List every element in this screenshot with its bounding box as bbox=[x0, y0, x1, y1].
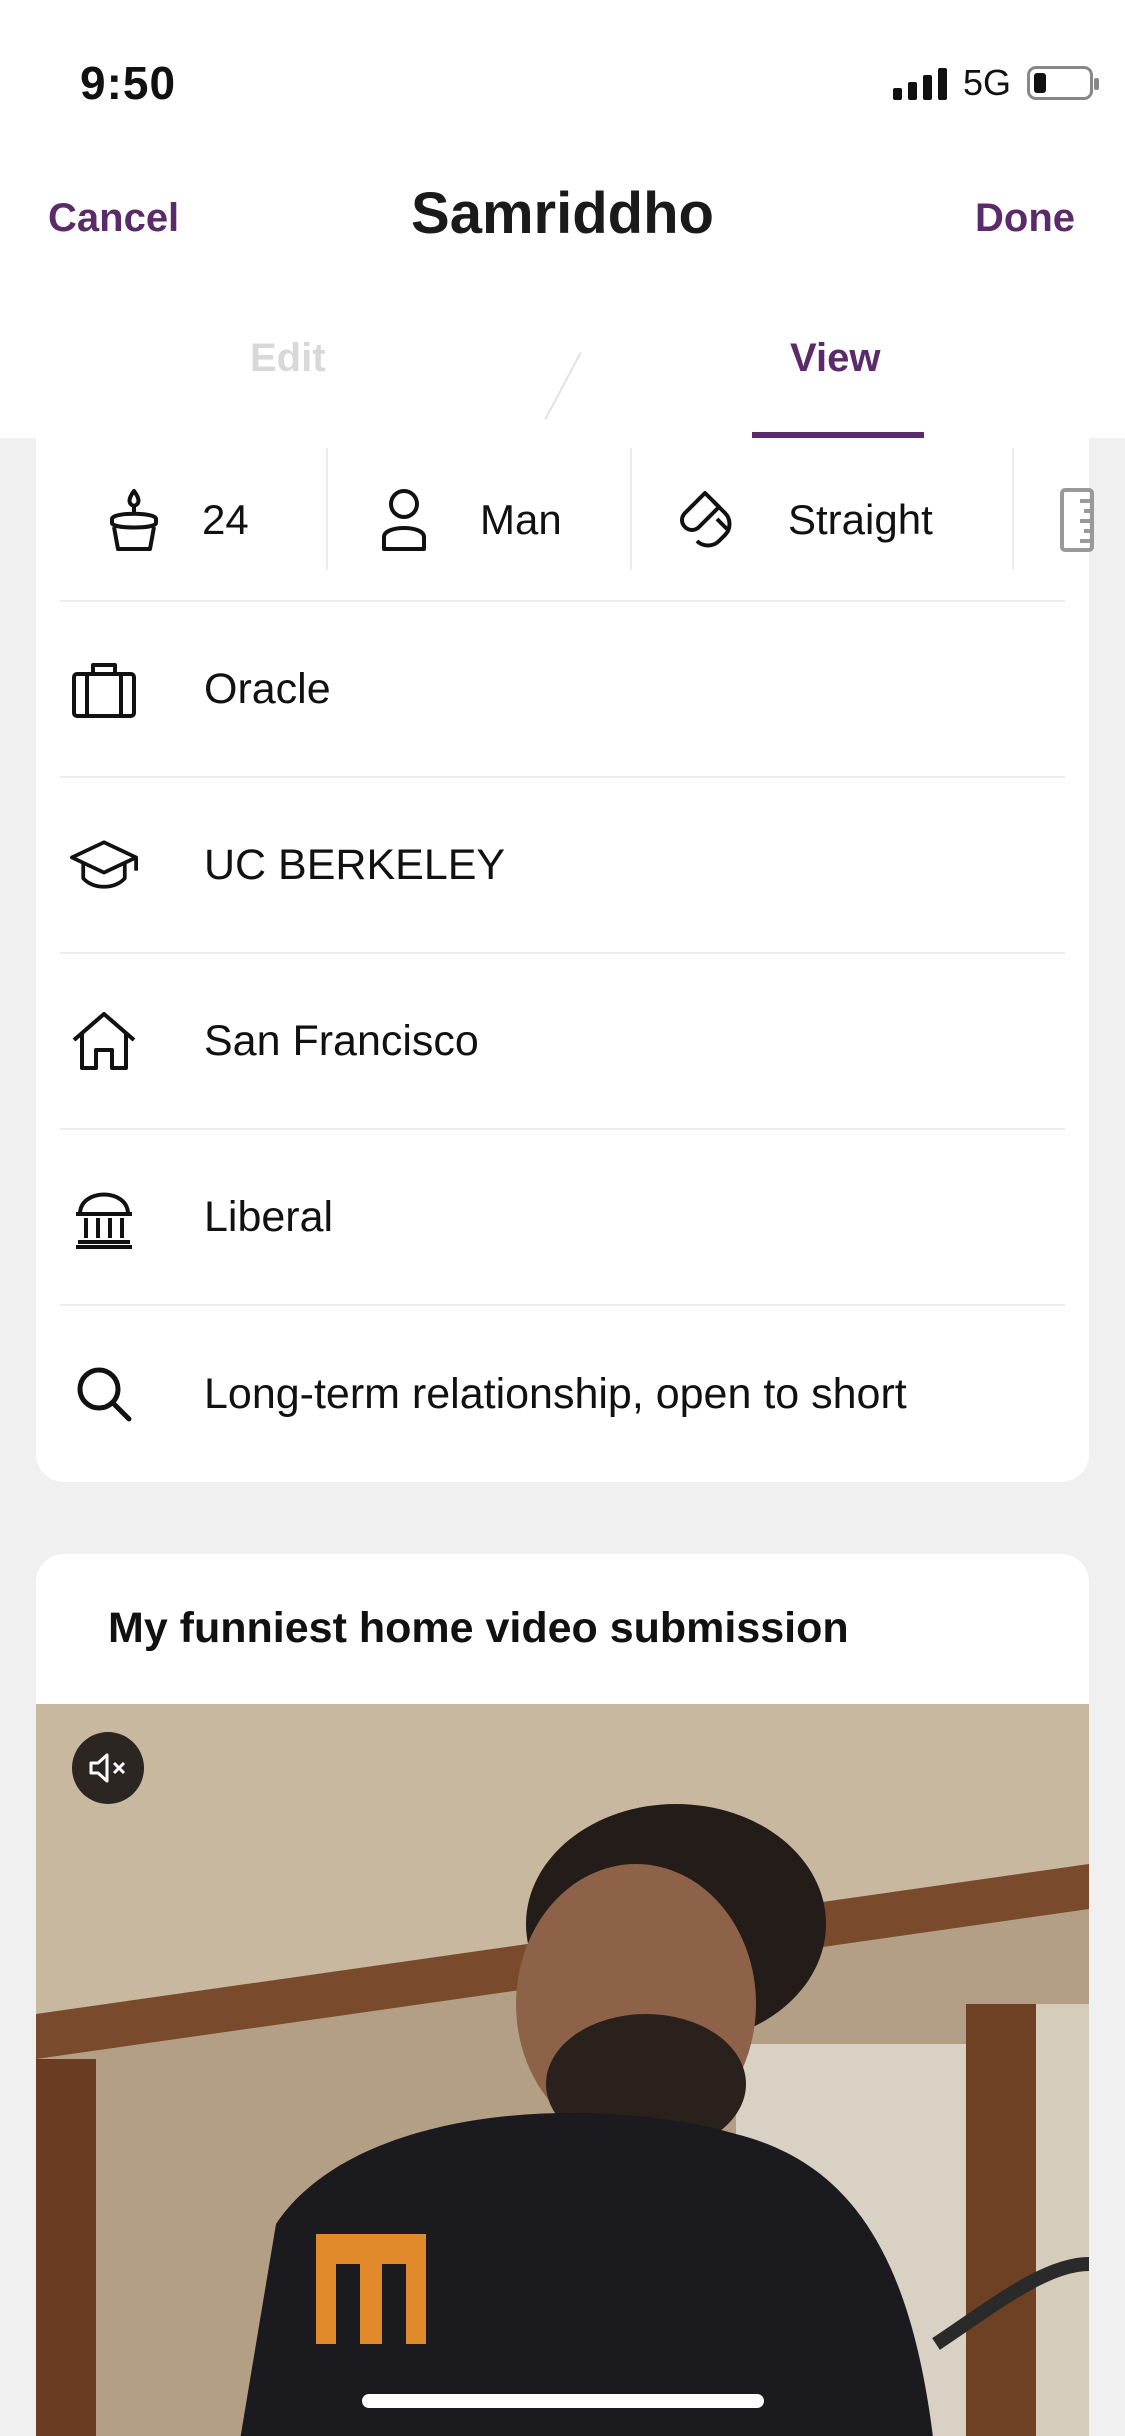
tab-view[interactable]: View bbox=[790, 336, 880, 381]
ruler-icon bbox=[1042, 486, 1110, 554]
vital-age: 24 bbox=[100, 438, 249, 602]
edit-view-tabs: Edit View bbox=[0, 290, 1125, 438]
cellular-signal-icon bbox=[892, 66, 947, 100]
vital-height bbox=[1042, 438, 1110, 602]
info-row-hometown[interactable]: San Francisco bbox=[60, 954, 1065, 1130]
profile-info-card: 24 Man Straight Oracle UC BERKELEY San F… bbox=[36, 438, 1094, 1482]
briefcase-icon bbox=[70, 655, 138, 723]
info-row-hometown-label: San Francisco bbox=[204, 1016, 479, 1065]
home-icon bbox=[70, 1007, 138, 1075]
done-button[interactable]: Done bbox=[975, 196, 1075, 241]
vital-gender-label: Man bbox=[480, 496, 562, 543]
home-indicator[interactable] bbox=[362, 2394, 764, 2408]
info-row-job-label: Oracle bbox=[204, 664, 331, 713]
tab-divider bbox=[544, 351, 582, 421]
vital-separator bbox=[326, 448, 328, 570]
mute-icon bbox=[89, 1753, 126, 1783]
mute-button[interactable] bbox=[72, 1732, 144, 1804]
capitol-icon bbox=[70, 1183, 138, 1251]
info-row-politics-label: Liberal bbox=[204, 1192, 334, 1241]
vital-orientation-label: Straight bbox=[788, 496, 933, 543]
graduation-cap-icon bbox=[70, 831, 138, 899]
info-row-politics[interactable]: Liberal bbox=[60, 1130, 1065, 1306]
search-icon bbox=[70, 1360, 138, 1428]
video-prompt-card: My funniest home video submission bbox=[36, 1554, 1089, 2436]
vitals-row[interactable]: 24 Man Straight bbox=[60, 438, 1094, 602]
status-indicators: 5G bbox=[892, 62, 1099, 104]
vital-age-label: 24 bbox=[202, 496, 249, 543]
battery-icon bbox=[1027, 66, 1099, 100]
network-type: 5G bbox=[962, 62, 1011, 103]
vital-gender: Man bbox=[370, 438, 562, 602]
cake-icon bbox=[100, 486, 168, 554]
video-frame bbox=[36, 1704, 1089, 2436]
status-time: 9:50 bbox=[80, 57, 177, 109]
vital-separator bbox=[1012, 448, 1014, 570]
page-title: Samriddho bbox=[411, 181, 714, 246]
edit-profile-header: Cancel Samriddho Done bbox=[0, 150, 1125, 290]
magnet-icon bbox=[672, 486, 740, 554]
prompt-title: My funniest home video submission bbox=[108, 1604, 849, 1652]
info-row-school-label: UC BERKELEY bbox=[204, 840, 506, 889]
person-icon bbox=[370, 486, 438, 554]
info-row-dating-intention[interactable]: Long-term relationship, open to short bbox=[60, 1306, 1065, 1482]
status-bar: 9:50 5G bbox=[0, 0, 1125, 150]
vital-orientation: Straight bbox=[672, 438, 933, 602]
profile-video[interactable] bbox=[36, 1704, 1089, 2436]
vital-separator bbox=[630, 448, 632, 570]
info-row-dating-intention-label: Long-term relationship, open to short bbox=[204, 1369, 907, 1418]
info-row-job[interactable]: Oracle bbox=[60, 602, 1065, 778]
tab-edit[interactable]: Edit bbox=[250, 336, 326, 381]
info-row-school[interactable]: UC BERKELEY bbox=[60, 778, 1065, 954]
